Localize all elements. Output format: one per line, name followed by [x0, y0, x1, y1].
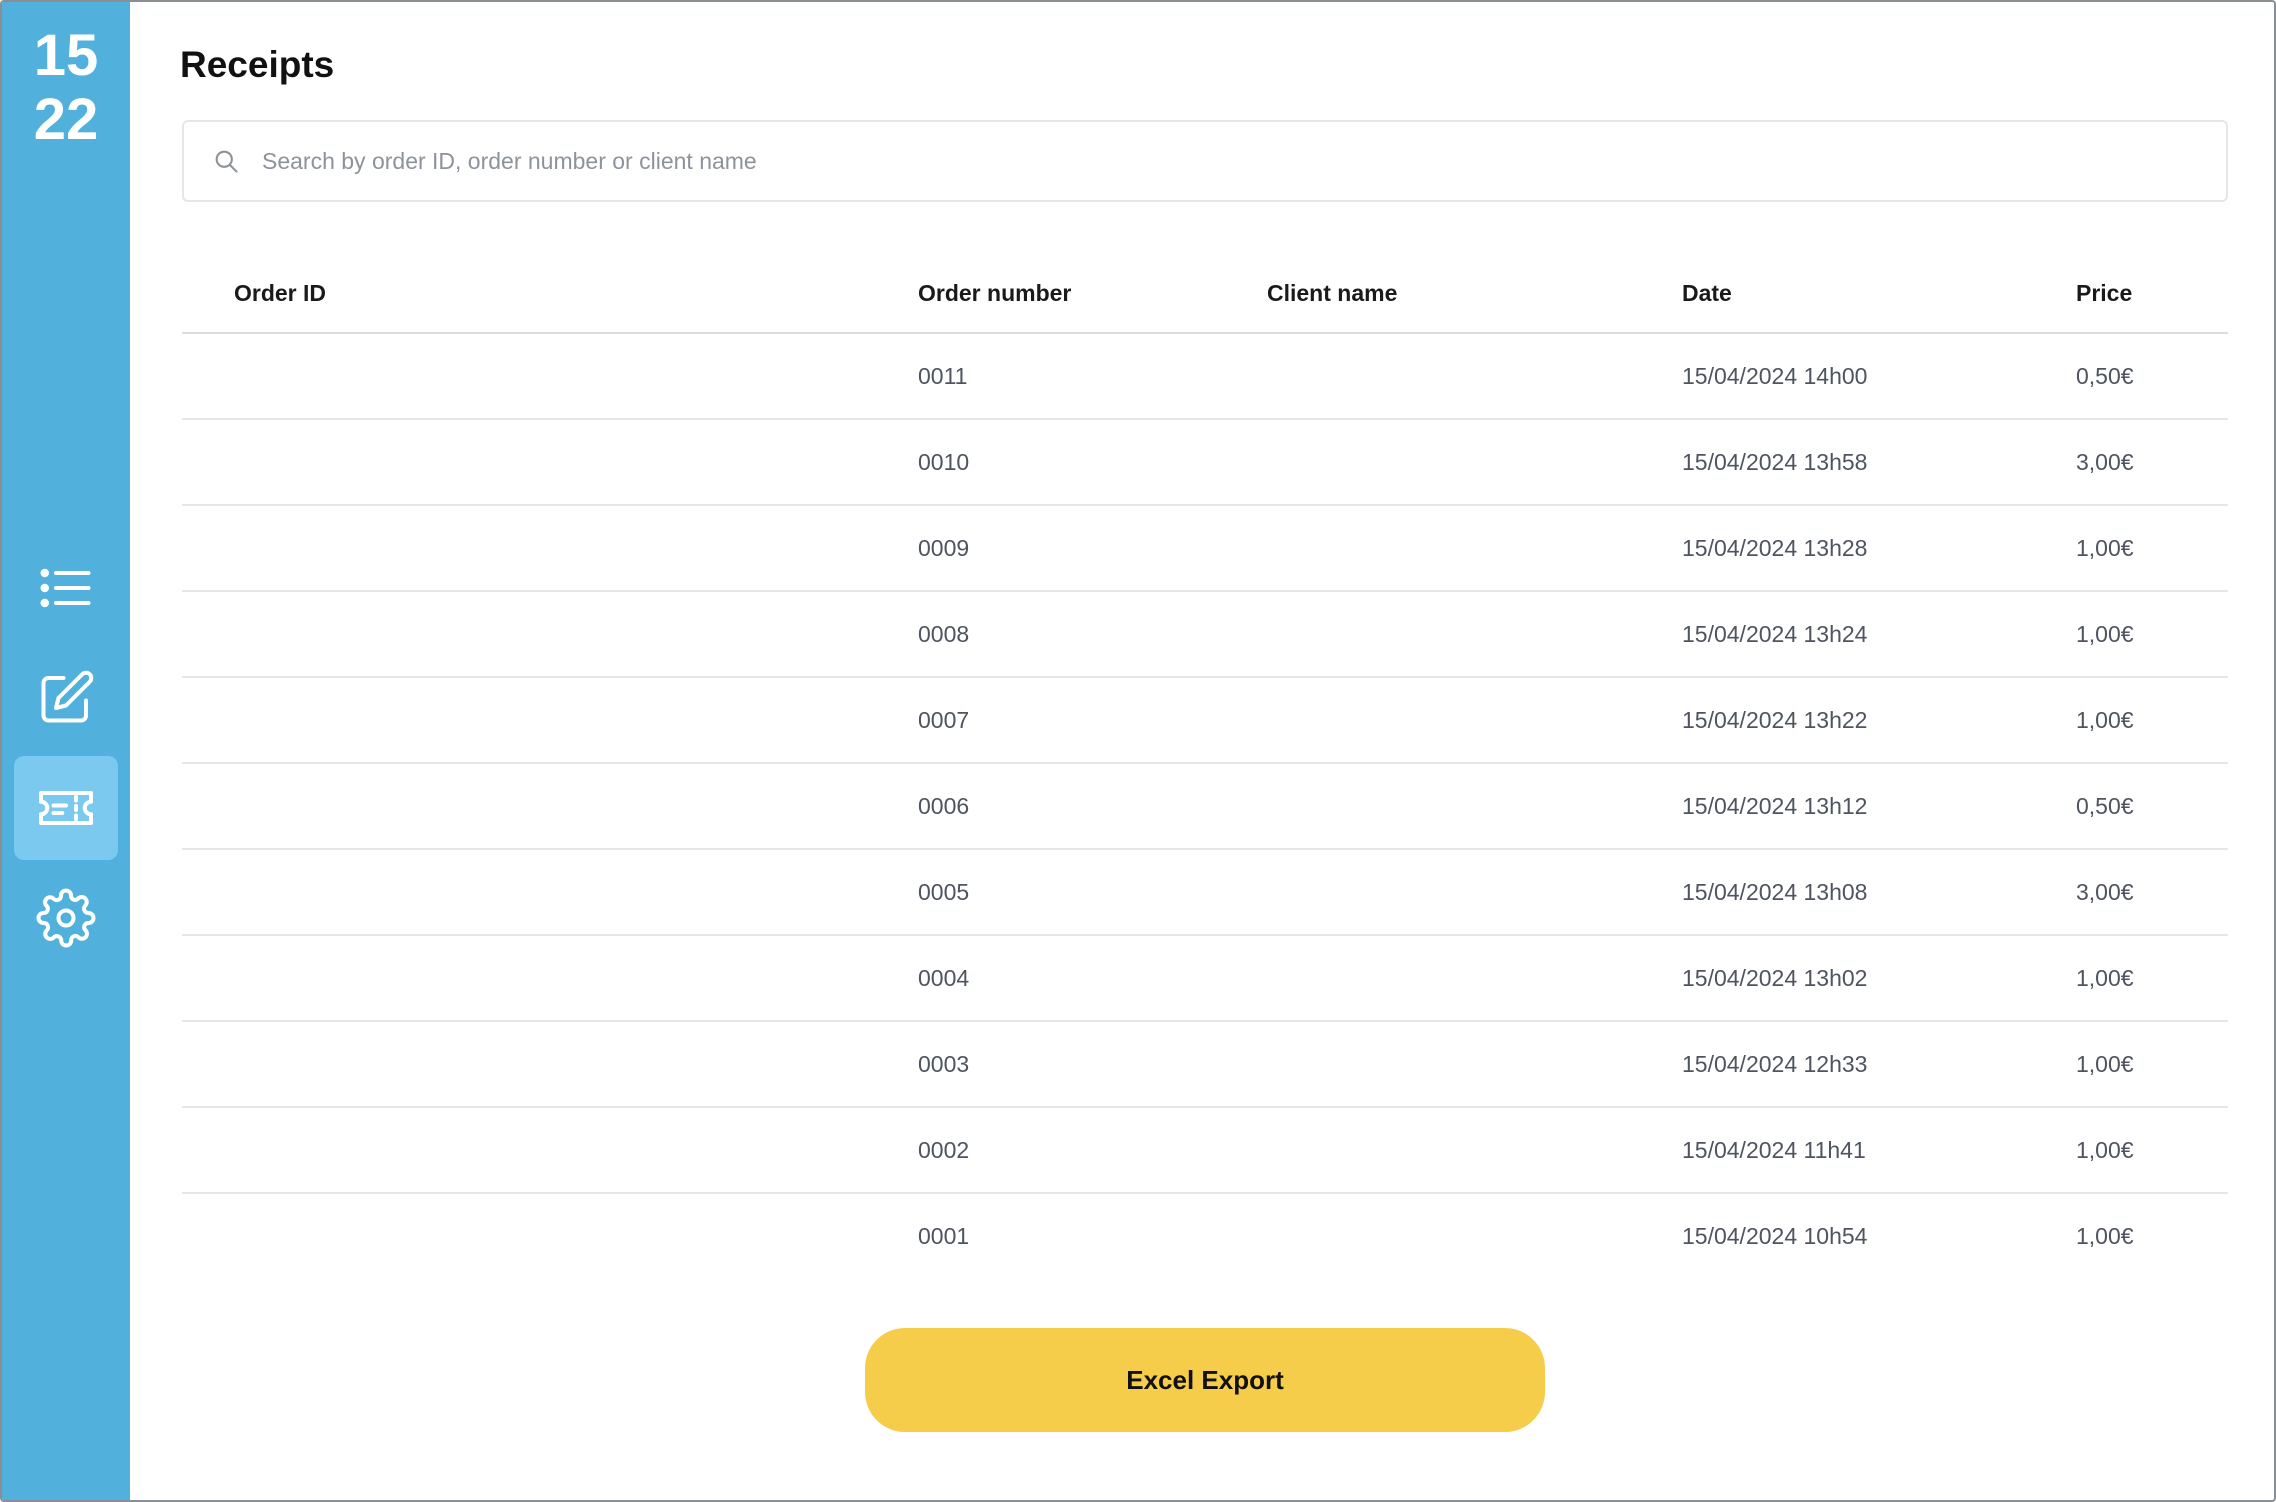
- clock-minutes: 22: [33, 87, 99, 152]
- cell-order-number: 0006: [918, 793, 970, 819]
- clock: 15 22: [2, 24, 130, 152]
- cell-price: 1,00€: [2076, 1137, 2134, 1163]
- sidebar: 15 22: [2, 2, 130, 1500]
- cell-order-number: 0003: [918, 1051, 970, 1077]
- column-header-price: Price: [2076, 280, 2133, 306]
- page-title: Receipts: [180, 44, 335, 85]
- cell-order-number: 0008: [918, 621, 970, 647]
- sidebar-item-receipts[interactable]: [14, 756, 118, 860]
- table-row[interactable]: 0005 15/04/2024 13h08 3,00€: [182, 850, 2228, 936]
- cell-price: 1,00€: [2076, 1223, 2134, 1249]
- gear-icon: [36, 888, 96, 948]
- cell-date: 15/04/2024 13h28: [1682, 535, 1868, 561]
- search-input[interactable]: [262, 131, 2226, 191]
- cell-price: 1,00€: [2076, 621, 2134, 647]
- clock-hours: 15: [33, 23, 99, 88]
- column-header-client-name: Client name: [1267, 280, 1398, 306]
- cell-date: 15/04/2024 14h00: [1682, 363, 1868, 389]
- cell-order-number: 0004: [918, 965, 970, 991]
- edit-icon: [41, 670, 94, 723]
- cell-date: 15/04/2024 12h33: [1682, 1051, 1868, 1077]
- excel-export-button[interactable]: Excel Export: [865, 1328, 1545, 1432]
- cell-price: 3,00€: [2076, 449, 2134, 475]
- cell-price: 0,50€: [2076, 363, 2134, 389]
- cell-price: 1,00€: [2076, 707, 2134, 733]
- table-row[interactable]: 0003 15/04/2024 12h33 1,00€: [182, 1022, 2228, 1108]
- table-row[interactable]: 0010 15/04/2024 13h58 3,00€: [182, 420, 2228, 506]
- sidebar-item-orders[interactable]: [14, 536, 118, 640]
- ticket-icon: [39, 791, 93, 825]
- receipts-table: Order ID Order number Client name Date P…: [182, 250, 2228, 1280]
- table-header: Order ID Order number Client name Date P…: [182, 250, 2228, 334]
- cell-date: 15/04/2024 13h24: [1682, 621, 1868, 647]
- cell-order-number: 0007: [918, 707, 970, 733]
- table-row[interactable]: 0004 15/04/2024 13h02 1,00€: [182, 936, 2228, 1022]
- table-row[interactable]: 0008 15/04/2024 13h24 1,00€: [182, 592, 2228, 678]
- cell-order-number: 0001: [918, 1223, 970, 1249]
- table-row[interactable]: 0002 15/04/2024 11h41 1,00€: [182, 1108, 2228, 1194]
- table-row[interactable]: 0011 15/04/2024 14h00 0,50€: [182, 334, 2228, 420]
- cell-date: 15/04/2024 13h08: [1682, 879, 1868, 905]
- cell-price: 1,00€: [2076, 535, 2134, 561]
- sidebar-item-settings[interactable]: [14, 866, 118, 970]
- cell-date: 15/04/2024 13h22: [1682, 707, 1868, 733]
- cell-date: 15/04/2024 11h41: [1682, 1137, 1866, 1163]
- search-bar[interactable]: [182, 120, 2228, 202]
- table-body: 0011 15/04/2024 14h00 0,50€ 0010 15/04/2…: [182, 334, 2228, 1280]
- list-icon: [40, 568, 91, 608]
- cell-order-number: 0002: [918, 1137, 970, 1163]
- cell-price: 1,00€: [2076, 1051, 2134, 1077]
- table-row[interactable]: 0001 15/04/2024 10h54 1,00€: [182, 1194, 2228, 1280]
- cell-date: 15/04/2024 13h58: [1682, 449, 1868, 475]
- cell-order-number: 0011: [918, 363, 968, 389]
- cell-date: 15/04/2024 13h02: [1682, 965, 1868, 991]
- cell-order-number: 0010: [918, 449, 970, 475]
- cell-price: 0,50€: [2076, 793, 2134, 819]
- cell-date: 15/04/2024 10h54: [1682, 1223, 1868, 1249]
- column-header-order-id: Order ID: [234, 280, 327, 306]
- cell-date: 15/04/2024 13h12: [1682, 793, 1868, 819]
- main-content: Receipts Order ID Order number Client na…: [130, 2, 2274, 1500]
- cell-price: 3,00€: [2076, 879, 2134, 905]
- column-header-date: Date: [1682, 280, 1732, 306]
- sidebar-item-edit[interactable]: [14, 646, 118, 750]
- table-row[interactable]: 0006 15/04/2024 13h12 0,50€: [182, 764, 2228, 850]
- column-header-order-number: Order number: [918, 280, 1072, 306]
- table-row[interactable]: 0007 15/04/2024 13h22 1,00€: [182, 678, 2228, 764]
- cell-price: 1,00€: [2076, 965, 2134, 991]
- cell-order-number: 0005: [918, 879, 970, 905]
- search-icon: [215, 150, 238, 173]
- table-row[interactable]: 0009 15/04/2024 13h28 1,00€: [182, 506, 2228, 592]
- cell-order-number: 0009: [918, 535, 970, 561]
- app-window: 15 22 Receipts Search by order ID, order…: [0, 0, 2276, 1502]
